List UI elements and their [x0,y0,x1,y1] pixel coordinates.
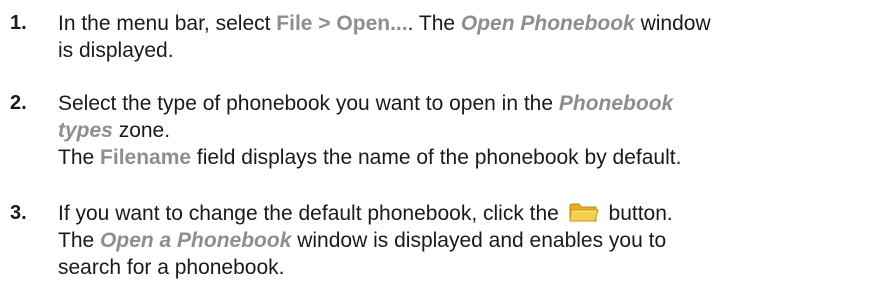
instruction-text: button. [602,202,673,225]
step-text: Select the type of phonebook you want to… [58,90,873,171]
instruction-text: is displayed. [58,39,174,62]
step-line: types zone. [58,117,873,144]
instruction-text: The [58,146,101,169]
step-number: 1. [10,12,27,34]
step-line: is displayed. [58,37,873,64]
step-number: 2. [10,92,27,114]
instruction-text: If you want to change the default phoneb… [58,202,565,225]
instruction-text: In the menu bar, select [58,12,277,35]
window-name: Open a Phonebook [100,229,292,252]
folder-icon [569,201,599,223]
instruction-text: zone. [112,119,171,142]
field-name: Filename [100,146,192,169]
window-name: Open Phonebook [460,12,635,35]
step-line: The Filename field displays the name of … [58,144,873,171]
instruction-text: search for a phonebook. [58,256,285,279]
step-line: If you want to change the default phoneb… [58,200,873,227]
step-line: Select the type of phonebook you want to… [58,90,873,117]
instruction-text: window [634,12,711,35]
instruction-text: . The [407,12,461,35]
instruction-text: The [58,229,101,252]
step-number: 3. [10,202,27,224]
instruction-text: Select the type of phonebook you want to… [58,92,559,115]
instruction-text: window is displayed and enables you to [291,229,667,252]
instruction-text: field displays the name of the phonebook… [191,146,682,169]
step-text: If you want to change the default phoneb… [58,200,873,281]
menu-path: File > Open... [276,12,408,35]
zone-name: types [58,119,113,142]
step-text: In the menu bar, select File > Open.... … [58,10,873,64]
step-line: The Open a Phonebook window is displayed… [58,227,873,254]
step-line: In the menu bar, select File > Open.... … [58,10,873,37]
zone-name: Phonebook [558,92,674,115]
step-line: search for a phonebook. [58,254,873,281]
